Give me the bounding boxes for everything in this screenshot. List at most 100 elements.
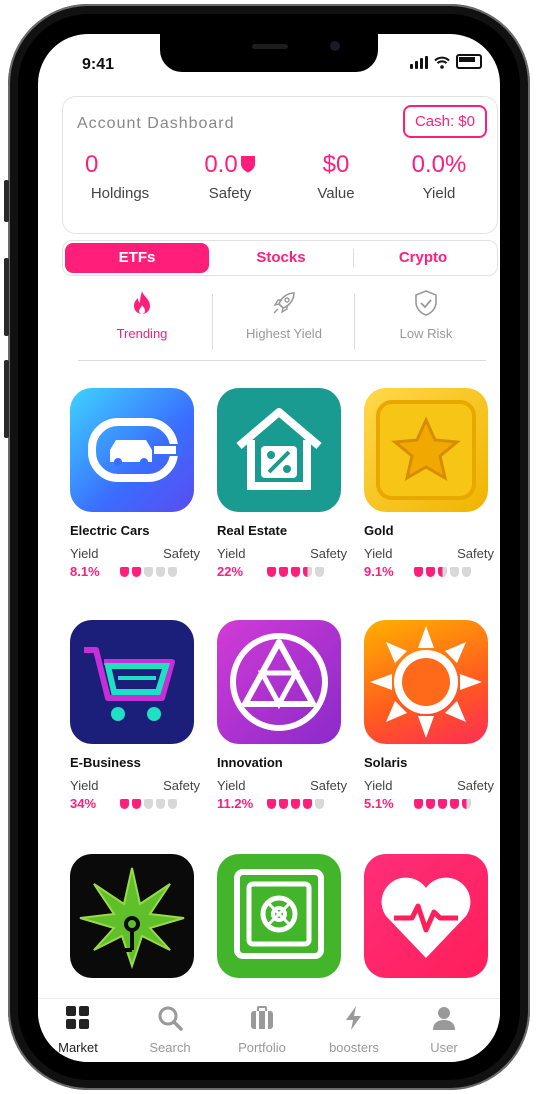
filter-highest-yield[interactable]: Highest Yield (214, 290, 354, 341)
etf-card-real-estate[interactable]: Real Estate Yield Safety 22% (217, 388, 347, 579)
safety-rating (414, 798, 471, 809)
stat-value: $0 (322, 151, 350, 178)
nav-label: User (430, 1040, 458, 1055)
briefcase-icon (251, 1006, 273, 1029)
safety-shield-icon (279, 566, 288, 577)
filter-label: Low Risk (399, 326, 453, 341)
safety-label: Safety (457, 778, 494, 793)
etf-card-gold[interactable]: Gold Yield Safety 9.1% (364, 388, 494, 579)
nav-boosters[interactable]: boosters (314, 1005, 394, 1055)
gold-star-icon (364, 388, 488, 512)
nav-portfolio[interactable]: Portfolio (222, 1005, 302, 1055)
safety-rating (120, 798, 177, 809)
account-dashboard: Account Dashboard Cash: $0 0 Holdings 0.… (62, 96, 498, 234)
safety-shield-icon (426, 798, 435, 809)
yield-label: Yield (217, 778, 246, 793)
safety-shield-icon (414, 798, 423, 809)
nav-label: Portfolio (238, 1040, 286, 1055)
etf-card-e-business[interactable]: E-Business Yield Safety 34% (70, 620, 200, 811)
stat-value: 0.0 (185, 151, 275, 179)
safety-label: Safety (457, 546, 494, 561)
safety-shield-icon (267, 566, 276, 577)
yield-label: Yield (70, 778, 99, 793)
yield-value: 22% (217, 564, 244, 579)
safety-rating (267, 798, 324, 809)
bottom-nav: Market Search Portfolio boosters User (38, 998, 500, 1062)
stat-safety: 0.0 Safety (185, 151, 275, 202)
safety-shield-icon (144, 798, 153, 809)
battery-icon (456, 54, 482, 69)
safety-shield-icon (462, 566, 471, 577)
shield-check-icon (415, 290, 437, 316)
stat-label: Holdings (90, 185, 150, 202)
tab-crypto[interactable]: Crypto (353, 243, 493, 273)
side-button (4, 360, 9, 438)
camera (330, 41, 340, 51)
user-icon (433, 1007, 455, 1030)
filter-label: Trending (116, 326, 168, 341)
safety-label: Safety (163, 778, 200, 793)
tab-stocks[interactable]: Stocks (209, 243, 353, 273)
rocket-icon (273, 292, 295, 314)
asset-tabs: ETFs Stocks Crypto (62, 240, 498, 276)
triangle-circle-icon (217, 620, 341, 744)
stat-value-total: $0 Value (291, 151, 381, 202)
etf-card-solaris[interactable]: Solaris Yield Safety 5.1% (364, 620, 494, 811)
nav-user[interactable]: User (404, 1005, 484, 1055)
safety-shield-icon (267, 798, 276, 809)
safety-shield-icon (315, 566, 324, 577)
safety-shield-icon (414, 566, 423, 577)
safety-shield-icon (426, 566, 435, 577)
stat-holdings: 0 Holdings (75, 151, 165, 202)
etf-card-cannabis[interactable] (70, 854, 200, 978)
card-name: Solaris (364, 755, 408, 770)
filter-label: Highest Yield (246, 326, 322, 341)
safety-shield-icon (168, 798, 177, 809)
tab-etfs[interactable]: ETFs (65, 243, 209, 273)
safety-shield-icon (438, 566, 447, 577)
safety-shield-icon (462, 798, 471, 809)
card-name: E-Business (70, 755, 141, 770)
stat-label: Value (317, 185, 355, 202)
nav-search[interactable]: Search (130, 1005, 210, 1055)
yield-value: 8.1% (70, 564, 100, 579)
filter-trending[interactable]: Trending (72, 290, 212, 341)
card-name: Gold (364, 523, 394, 538)
electric-car-icon (70, 388, 194, 512)
safety-rating (414, 566, 471, 577)
safety-rating (267, 566, 324, 577)
safety-shield-icon (279, 798, 288, 809)
safety-shield-icon (315, 798, 324, 809)
grid-icon (66, 1006, 89, 1029)
safety-shield-icon (132, 566, 141, 577)
signal-icon (410, 56, 428, 69)
safety-shield-icon (291, 566, 300, 577)
filter-low-risk[interactable]: Low Risk (356, 290, 496, 341)
side-button (4, 180, 9, 222)
stat-label: Safety (208, 185, 252, 202)
etf-card-vault[interactable] (217, 854, 347, 978)
yield-label: Yield (364, 778, 393, 793)
etf-card-health[interactable] (364, 854, 494, 978)
yield-value: 11.2% (217, 796, 254, 811)
safe-vault-icon (217, 854, 341, 978)
cash-button[interactable]: Cash: $0 (402, 105, 487, 138)
shopping-cart-icon (70, 620, 194, 744)
safety-shield-icon (168, 566, 177, 577)
status-icons (410, 54, 482, 69)
etf-card-electric-cars[interactable]: Electric Cars Yield Safety 8.1% (70, 388, 200, 579)
side-button (4, 258, 9, 336)
safety-shield-icon (450, 566, 459, 577)
safety-shield-icon (144, 566, 153, 577)
safety-shield-icon (120, 798, 129, 809)
safety-shield-icon (132, 798, 141, 809)
card-name: Real Estate (217, 523, 288, 538)
safety-shield-icon (120, 566, 129, 577)
filter-bar: Trending Highest Yield Low Risk (66, 290, 488, 360)
nav-label: boosters (329, 1040, 379, 1055)
nav-market[interactable]: Market (38, 1005, 118, 1055)
heart-pulse-icon (364, 854, 488, 978)
yield-label: Yield (70, 546, 99, 561)
etf-card-innovation[interactable]: Innovation Yield Safety 11.2% (217, 620, 347, 811)
safety-shield-icon (438, 798, 447, 809)
